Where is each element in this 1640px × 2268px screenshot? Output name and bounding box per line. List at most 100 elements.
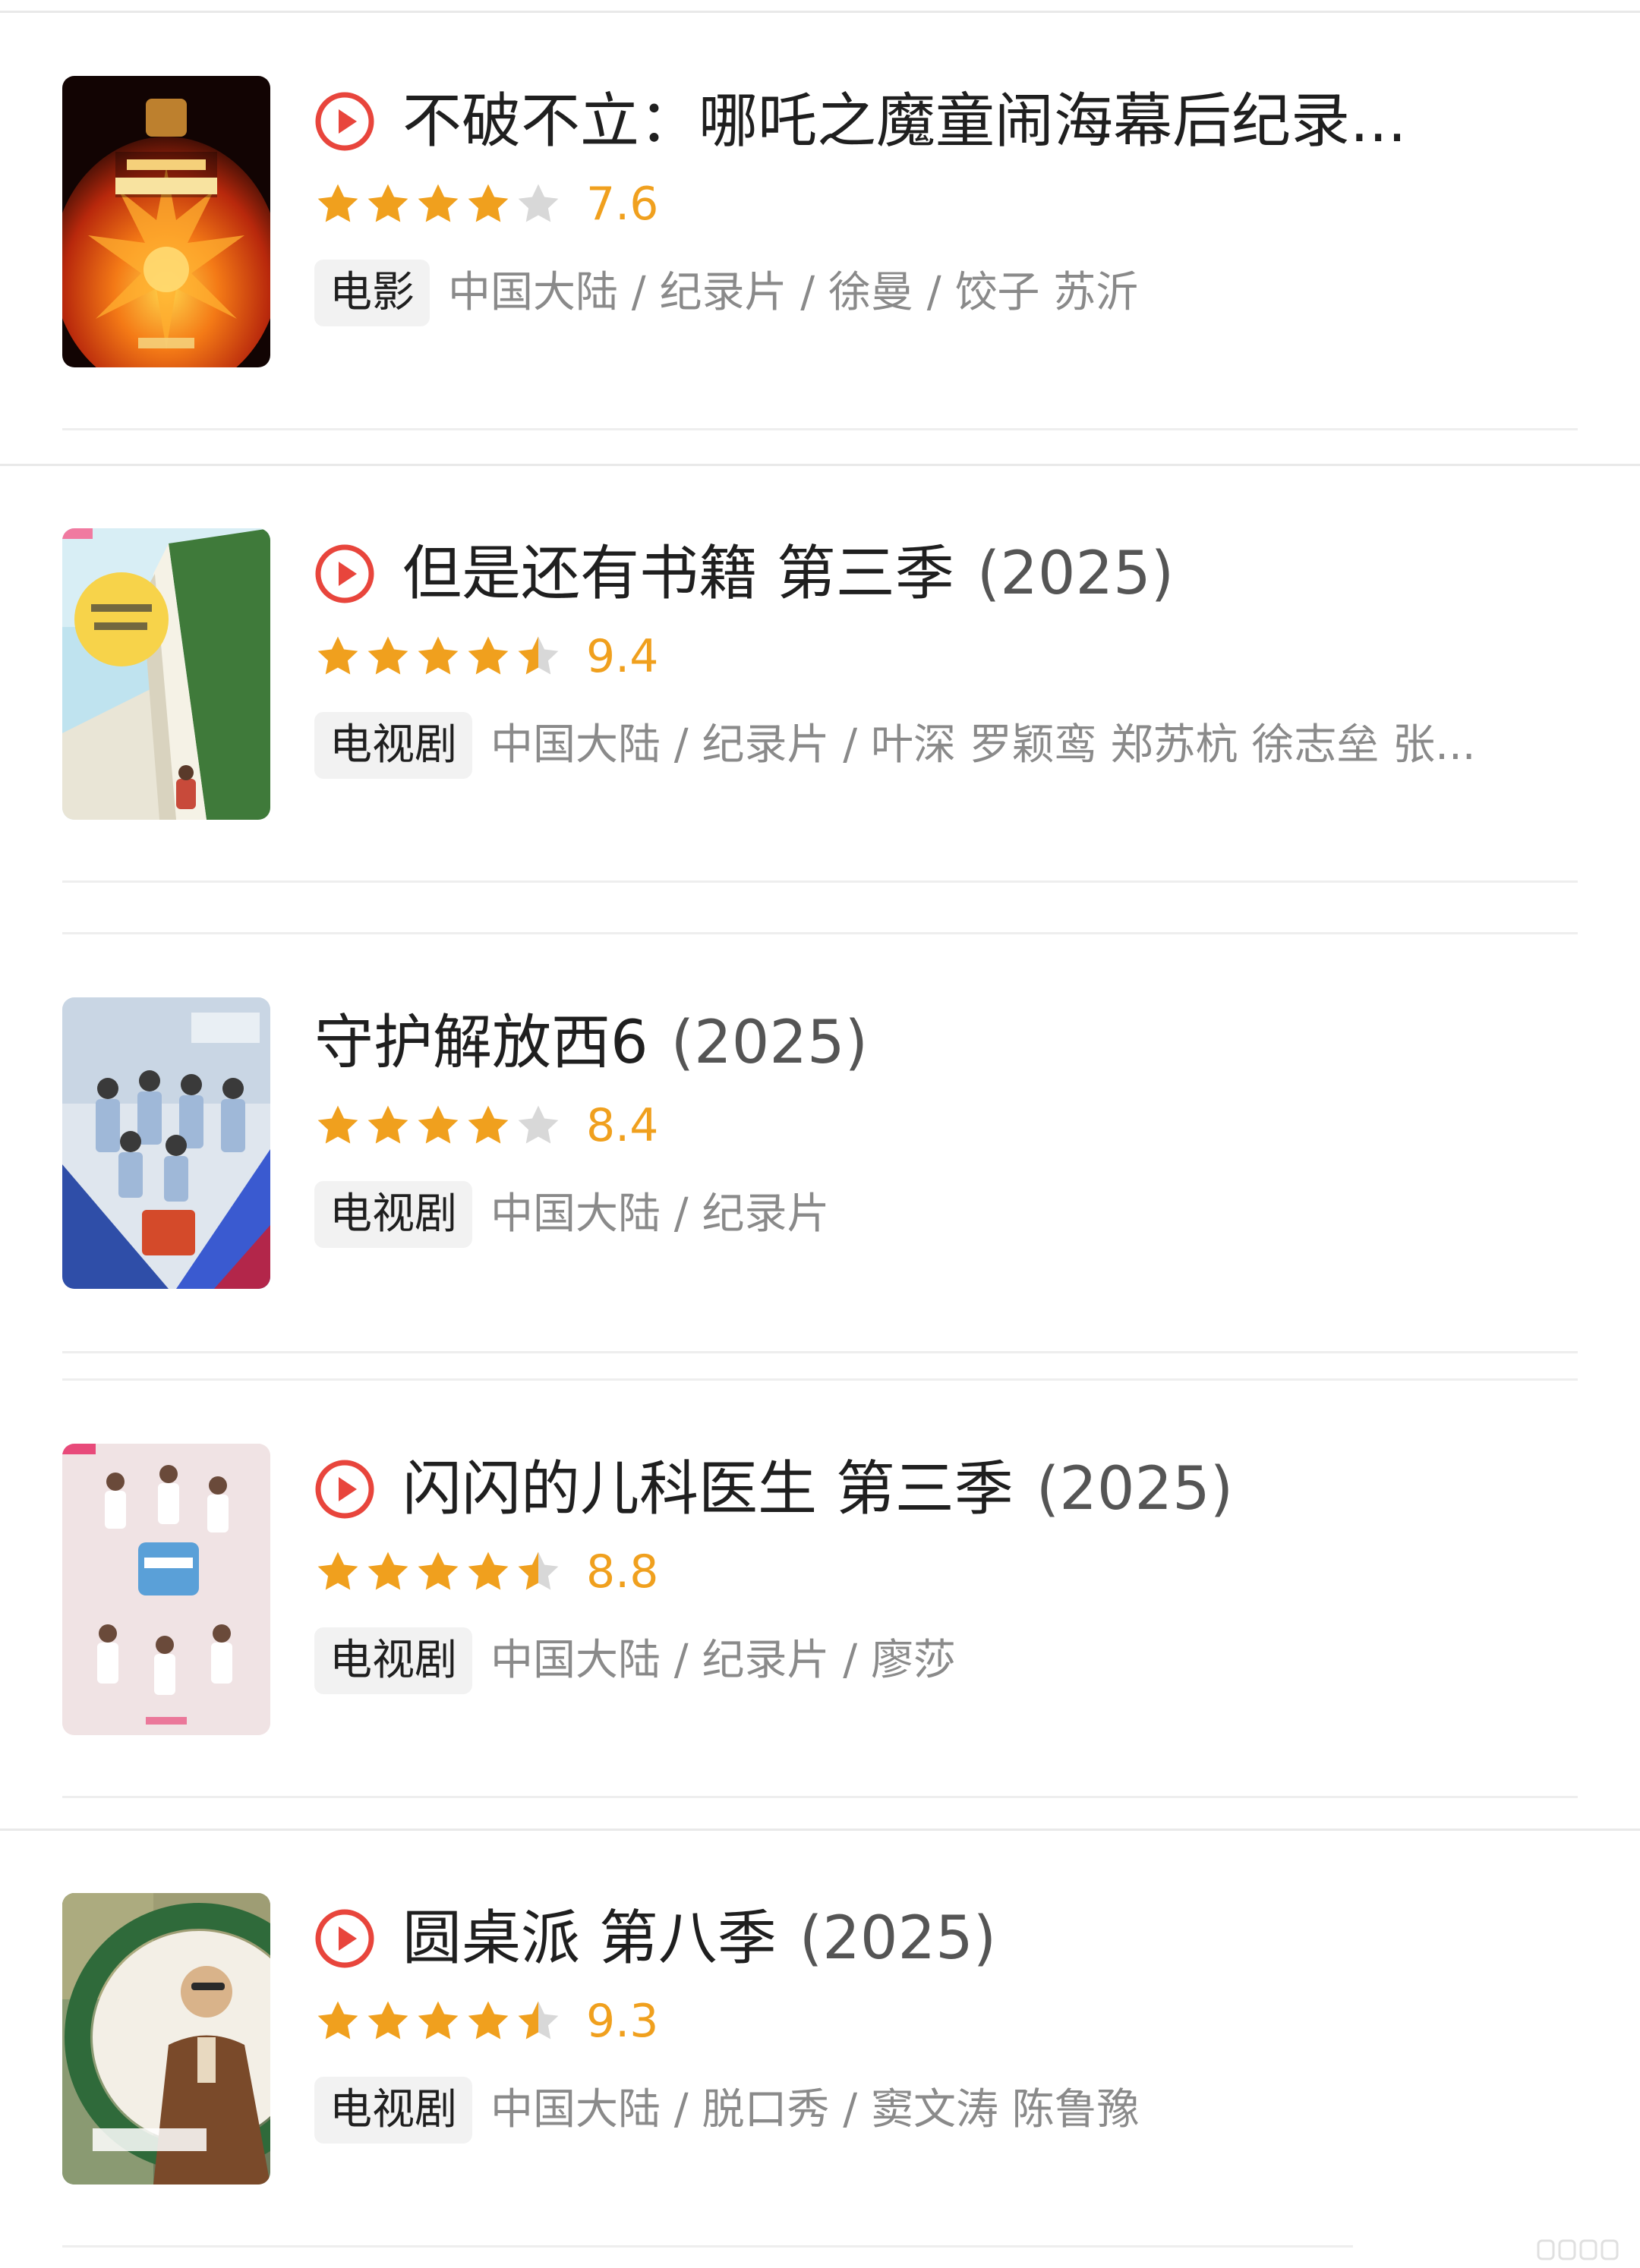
star-empty-icon bbox=[518, 184, 559, 222]
result-item-3[interactable]: 闪闪的儿科医生 第三季 (2025) 8.8 电视剧 中国大陆 / 纪录片 / … bbox=[0, 1444, 1640, 1793]
star-rating bbox=[314, 1998, 565, 2045]
watermark-logo-icon bbox=[1537, 2239, 1619, 2260]
type-tag: 电视剧 bbox=[314, 2077, 472, 2144]
doctor-poster bbox=[62, 1444, 270, 1735]
poster-image[interactable] bbox=[62, 1444, 270, 1735]
meta-row: 电视剧 中国大陆 / 纪录片 / 叶深 罗颖鸾 郑苏杭 徐志垒 张... bbox=[314, 707, 1575, 783]
star-full-icon bbox=[468, 184, 509, 222]
type-tag: 电视剧 bbox=[314, 1181, 472, 1248]
star-full-icon bbox=[367, 1105, 408, 1144]
star-full-icon bbox=[367, 1551, 408, 1590]
star-full-icon bbox=[317, 636, 358, 675]
meta-info: 中国大陆 / 纪录片 / 廖莎 bbox=[490, 1636, 956, 1685]
divider bbox=[0, 464, 1640, 466]
meta-row: 电视剧 中国大陆 / 纪录片 bbox=[314, 1177, 1575, 1252]
police-poster bbox=[62, 997, 270, 1289]
type-tag: 电影 bbox=[314, 260, 430, 326]
title-row[interactable]: 圆桌派 第八季 (2025) bbox=[314, 1893, 1575, 1984]
item-year: (2025) bbox=[1036, 1455, 1234, 1523]
result-item-2[interactable]: 守护解放西6 (2025) 8.4 电视剧 中国大陆 / 纪录片 bbox=[0, 997, 1640, 1347]
meta-row: 电影 中国大陆 / 纪录片 / 徐曼 / 饺子 苏沂 bbox=[314, 255, 1575, 331]
star-half-icon bbox=[518, 1551, 559, 1590]
rating-score: 9.4 bbox=[586, 630, 659, 683]
star-full-icon bbox=[468, 2001, 509, 2040]
item-title[interactable]: 闪闪的儿科医生 第三季 bbox=[402, 1444, 1014, 1535]
star-empty-icon bbox=[518, 1105, 559, 1144]
play-icon[interactable] bbox=[314, 543, 375, 604]
star-full-icon bbox=[468, 1551, 509, 1590]
rating-score: 7.6 bbox=[586, 178, 659, 231]
star-full-icon bbox=[418, 636, 459, 675]
rating-row: 8.8 bbox=[314, 1538, 658, 1606]
divider bbox=[62, 428, 1578, 430]
play-icon[interactable] bbox=[314, 91, 375, 152]
type-tag: 电视剧 bbox=[314, 1627, 472, 1694]
divider bbox=[62, 1378, 1578, 1381]
star-full-icon bbox=[418, 1551, 459, 1590]
item-title[interactable]: 不破不立：哪吒之魔童闹海幕后纪录... bbox=[402, 76, 1406, 167]
star-full-icon bbox=[367, 184, 408, 222]
rating-row: 9.4 bbox=[314, 622, 658, 691]
title-row[interactable]: 但是还有书籍 第三季 (2025) bbox=[314, 528, 1575, 619]
rating-row: 8.4 bbox=[314, 1091, 658, 1160]
roundtable-poster bbox=[62, 1893, 270, 2185]
rating-score: 8.8 bbox=[586, 1545, 659, 1599]
meta-info: 中国大陆 / 脱口秀 / 窦文涛 陈鲁豫 bbox=[490, 2085, 1140, 2134]
divider bbox=[62, 2245, 1353, 2248]
star-half-icon bbox=[518, 636, 559, 675]
star-full-icon bbox=[367, 2001, 408, 2040]
poster-image[interactable] bbox=[62, 997, 270, 1289]
star-rating bbox=[314, 1102, 565, 1149]
poster-image[interactable] bbox=[62, 76, 270, 367]
poster-image[interactable] bbox=[62, 528, 270, 820]
meta-row: 电视剧 中国大陆 / 脱口秀 / 窦文涛 陈鲁豫 bbox=[314, 2072, 1575, 2148]
meta-info: 中国大陆 / 纪录片 / 叶深 罗颖鸾 郑苏杭 徐志垒 张... bbox=[490, 720, 1476, 770]
play-icon[interactable] bbox=[314, 1908, 375, 1969]
star-full-icon bbox=[468, 1105, 509, 1144]
item-title[interactable]: 圆桌派 第八季 bbox=[402, 1893, 777, 1984]
book-poster bbox=[62, 528, 270, 820]
item-year: (2025) bbox=[976, 540, 1175, 608]
divider bbox=[62, 1796, 1578, 1798]
divider bbox=[62, 880, 1578, 883]
result-item-4[interactable]: 圆桌派 第八季 (2025) 9.3 电视剧 中国大陆 / 脱口秀 / 窦文涛 … bbox=[0, 1893, 1640, 2242]
film-poster-fiery bbox=[62, 76, 270, 367]
star-rating bbox=[314, 181, 565, 228]
star-full-icon bbox=[317, 2001, 358, 2040]
star-full-icon bbox=[418, 184, 459, 222]
item-year: (2025) bbox=[670, 1009, 869, 1077]
play-icon[interactable] bbox=[314, 1459, 375, 1520]
title-row[interactable]: 守护解放西6 (2025) bbox=[314, 997, 1575, 1088]
result-item-1[interactable]: 但是还有书籍 第三季 (2025) 9.4 电视剧 中国大陆 / 纪录片 / 叶… bbox=[0, 528, 1640, 877]
meta-row: 电视剧 中国大陆 / 纪录片 / 廖莎 bbox=[314, 1623, 1575, 1699]
star-full-icon bbox=[418, 2001, 459, 2040]
title-row[interactable]: 不破不立：哪吒之魔童闹海幕后纪录... bbox=[314, 76, 1575, 167]
star-full-icon bbox=[317, 1105, 358, 1144]
star-full-icon bbox=[468, 636, 509, 675]
poster-image[interactable] bbox=[62, 1893, 270, 2185]
star-rating bbox=[314, 1548, 565, 1595]
divider bbox=[62, 932, 1578, 934]
type-tag: 电视剧 bbox=[314, 712, 472, 779]
star-full-icon bbox=[317, 184, 358, 222]
divider bbox=[0, 11, 1640, 13]
meta-info: 中国大陆 / 纪录片 / 徐曼 / 饺子 苏沂 bbox=[448, 268, 1139, 317]
item-title[interactable]: 守护解放西6 bbox=[314, 997, 648, 1088]
divider bbox=[62, 1351, 1578, 1353]
rating-score: 9.3 bbox=[586, 1995, 659, 2048]
item-year: (2025) bbox=[799, 1904, 997, 1973]
rating-row: 9.3 bbox=[314, 1987, 658, 2055]
star-full-icon bbox=[317, 1551, 358, 1590]
meta-info: 中国大陆 / 纪录片 bbox=[490, 1189, 830, 1239]
star-full-icon bbox=[367, 636, 408, 675]
rating-score: 8.4 bbox=[586, 1099, 659, 1152]
star-rating bbox=[314, 633, 565, 680]
result-item-0[interactable]: 不破不立：哪吒之魔童闹海幕后纪录... 7.6 电影 中国大陆 / 纪录片 / … bbox=[0, 76, 1640, 425]
divider bbox=[0, 1829, 1640, 1831]
star-full-icon bbox=[418, 1105, 459, 1144]
rating-row: 7.6 bbox=[314, 170, 658, 238]
search-results-page: 不破不立：哪吒之魔童闹海幕后纪录... 7.6 电影 中国大陆 / 纪录片 / … bbox=[0, 0, 1640, 2268]
title-row[interactable]: 闪闪的儿科医生 第三季 (2025) bbox=[314, 1444, 1575, 1535]
star-half-icon bbox=[518, 2001, 559, 2040]
item-title[interactable]: 但是还有书籍 第三季 bbox=[402, 528, 954, 619]
